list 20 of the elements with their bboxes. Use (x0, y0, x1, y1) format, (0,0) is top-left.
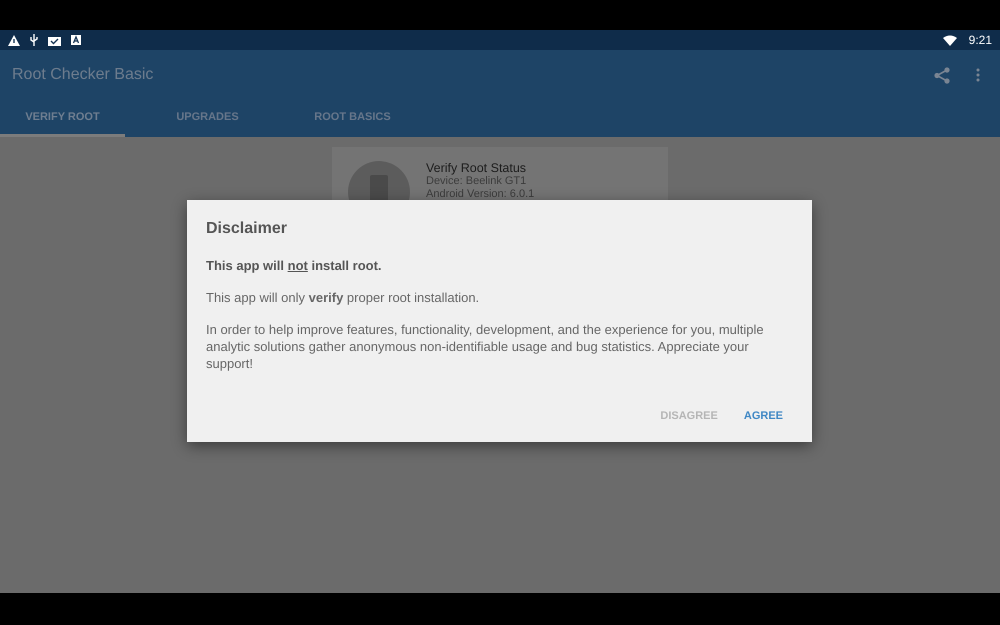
clock-time: 9:21 (968, 33, 992, 47)
card-line: Android Version: 6.0.1 (426, 188, 534, 201)
dialog-title: Disclaimer (206, 220, 288, 238)
wifi-icon (942, 34, 957, 46)
dialog-text: This app will only verify proper root installation. (206, 289, 480, 306)
agree-button[interactable]: AGREE (744, 410, 783, 422)
disagree-button[interactable]: DISAGREE (660, 410, 718, 422)
briefcase-check-icon (48, 34, 61, 46)
font-icon (71, 35, 81, 45)
dialog-text: In order to help improve features, functionality, development, and the experience for you, multiple analytic solutions gather anonymous non-identifiable usage and bug statistics. Appreciate your support! (206, 321, 765, 372)
more-icon[interactable] (976, 68, 980, 82)
card-title: Verify Root Status (426, 161, 528, 175)
tab[interactable]: ROOT BASICS (290, 100, 415, 137)
warning-icon (8, 34, 20, 46)
card-line: Device: Beelink GT1 (426, 175, 528, 188)
warning-text: This app will not install root. (206, 258, 383, 273)
tab[interactable]: UPGRADES (145, 100, 270, 137)
app-title: Root Checker Basic (12, 66, 154, 84)
usb-icon (30, 34, 38, 46)
share-icon[interactable] (934, 66, 950, 84)
